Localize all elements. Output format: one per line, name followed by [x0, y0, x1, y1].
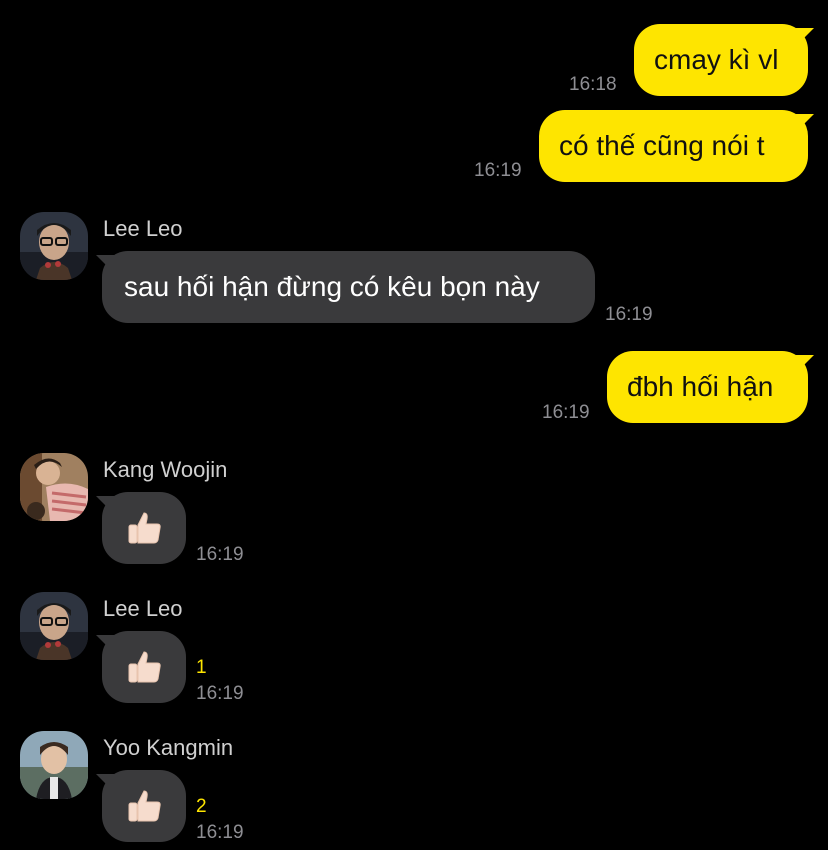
avatar[interactable]: [20, 212, 88, 280]
message-time: 16:19: [196, 683, 244, 704]
thumbs-up-icon: [128, 651, 161, 683]
thumbs-up-sticker[interactable]: [102, 631, 186, 703]
person-glasses-avatar-icon: [20, 592, 88, 660]
person-outdoor-avatar-icon: [20, 731, 88, 799]
thumbs-up-icon: [128, 512, 161, 544]
unread-count: 2: [196, 796, 207, 817]
thumbs-up-sticker[interactable]: [102, 770, 186, 842]
sender-name: Yoo Kangmin: [103, 735, 234, 760]
sender-name: Kang Woojin: [103, 457, 228, 482]
sender-name: Lee Leo: [103, 596, 183, 621]
avatar[interactable]: [20, 731, 88, 799]
thumbs-up-sticker[interactable]: [102, 492, 186, 564]
message-bubble[interactable]: có thế cũng nói t: [539, 110, 808, 182]
message-time: 16:19: [474, 160, 522, 181]
thumbs-up-icon: [128, 790, 161, 822]
person-striped-shirt-avatar-icon: [20, 453, 88, 521]
message-time: 16:19: [196, 822, 244, 843]
avatar[interactable]: [20, 453, 88, 521]
avatar[interactable]: [20, 592, 88, 660]
message-time: 16:19: [196, 544, 244, 565]
message-time: 16:18: [569, 74, 617, 95]
message-time: 16:19: [605, 304, 653, 325]
message-bubble[interactable]: cmay kì vl: [634, 24, 808, 96]
message-bubble[interactable]: đbh hối hận: [607, 351, 808, 423]
message-time: 16:19: [542, 402, 590, 423]
unread-count: 1: [196, 657, 207, 678]
person-glasses-avatar-icon: [20, 212, 88, 280]
sender-name: Lee Leo: [103, 216, 183, 241]
message-bubble[interactable]: sau hối hận đừng có kêu bọn này: [102, 251, 595, 323]
